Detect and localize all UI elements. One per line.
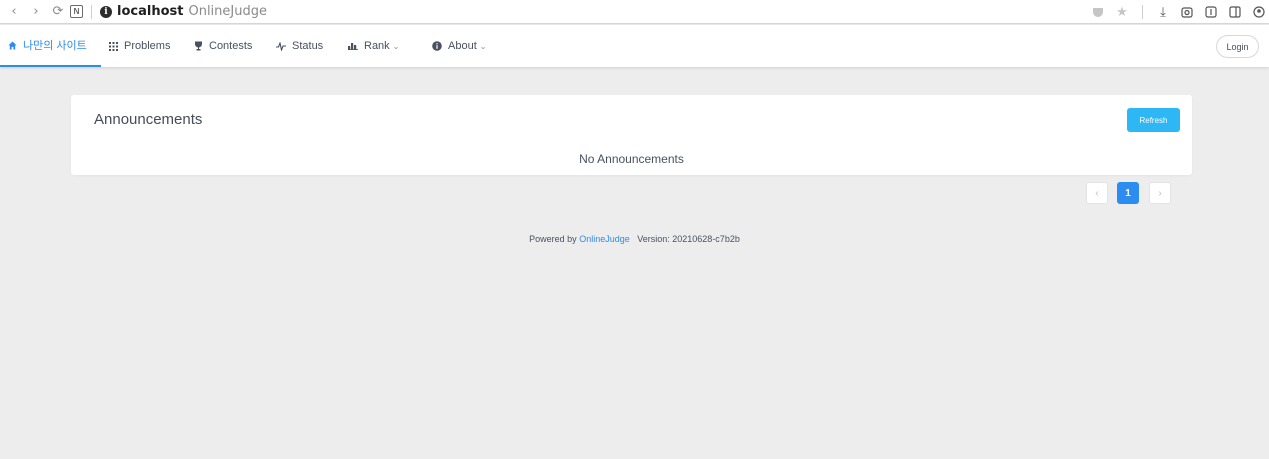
reload-icon[interactable]: ⟳ xyxy=(48,2,68,22)
main-navbar: 나만의 사이트 Problems Contests Status Rank ⌄ … xyxy=(0,25,1269,67)
nav-item-contests[interactable]: Contests xyxy=(194,25,252,67)
bar-chart-icon xyxy=(348,42,358,50)
chevron-down-icon: ⌄ xyxy=(392,41,400,51)
nav-item-about[interactable]: About ⌄ xyxy=(432,25,486,67)
account-icon[interactable] xyxy=(1249,2,1269,22)
login-button[interactable]: Login xyxy=(1216,35,1259,58)
bookmark-star-icon[interactable]: ★ xyxy=(1112,2,1132,22)
back-icon[interactable]: ‹ xyxy=(4,2,24,22)
pocket-icon[interactable] xyxy=(1088,2,1108,22)
pagination-next-button[interactable]: › xyxy=(1149,182,1171,204)
footer-version: Version: 20210628-c7b2b xyxy=(637,234,740,244)
sidebar-icon[interactable] xyxy=(1225,2,1245,22)
nav-item-status[interactable]: Status xyxy=(276,25,323,67)
screenshot-icon[interactable] xyxy=(1177,2,1197,22)
nav-label-home: 나만의 사이트 xyxy=(23,40,87,52)
pulse-icon xyxy=(276,41,286,51)
nav-item-home[interactable]: 나만의 사이트 xyxy=(0,25,101,67)
chevron-down-icon: ⌄ xyxy=(479,41,487,51)
address-bar[interactable]: i localhost OnlineJudge xyxy=(100,4,267,19)
toolbar-divider-right xyxy=(1142,5,1143,19)
browser-toolbar: ‹ › ⟳ N i localhost OnlineJudge ★ ⤓ xyxy=(0,0,1269,24)
url-host: localhost xyxy=(117,4,184,19)
info-icon xyxy=(432,41,442,51)
announcements-title: Announcements xyxy=(94,111,203,128)
home-icon xyxy=(8,40,17,50)
announcements-panel: Announcements Refresh No Announcements xyxy=(71,95,1192,175)
download-icon[interactable]: ⤓ xyxy=(1153,2,1173,22)
url-page-title: OnlineJudge xyxy=(188,4,267,19)
footer: Powered by OnlineJudge Version: 20210628… xyxy=(0,234,1269,244)
nav-item-rank[interactable]: Rank ⌄ xyxy=(348,25,399,67)
nav-label-rank: Rank xyxy=(364,40,390,52)
nav-label-problems: Problems xyxy=(124,40,171,52)
toolbar-divider xyxy=(91,4,92,19)
trophy-icon xyxy=(194,41,203,51)
site-info-icon[interactable]: i xyxy=(100,5,112,18)
nav-label-about: About xyxy=(448,40,477,52)
forward-icon[interactable]: › xyxy=(26,2,46,22)
pagination-page-button[interactable]: 1 xyxy=(1117,182,1139,204)
grid-icon xyxy=(109,41,118,51)
footer-powered-by: Powered by xyxy=(529,234,577,244)
nav-label-status: Status xyxy=(292,40,324,52)
nav-item-problems[interactable]: Problems xyxy=(109,25,170,67)
nav-label-contests: Contests xyxy=(209,40,253,52)
pagination-prev-button[interactable]: ‹ xyxy=(1086,182,1108,204)
footer-onlinejudge-link[interactable]: OnlineJudge xyxy=(579,234,630,244)
reader-view-icon[interactable] xyxy=(1201,2,1221,22)
empty-announcements-text: No Announcements xyxy=(579,152,684,166)
refresh-button[interactable]: Refresh xyxy=(1127,108,1180,132)
reader-n-icon[interactable]: N xyxy=(70,5,83,18)
